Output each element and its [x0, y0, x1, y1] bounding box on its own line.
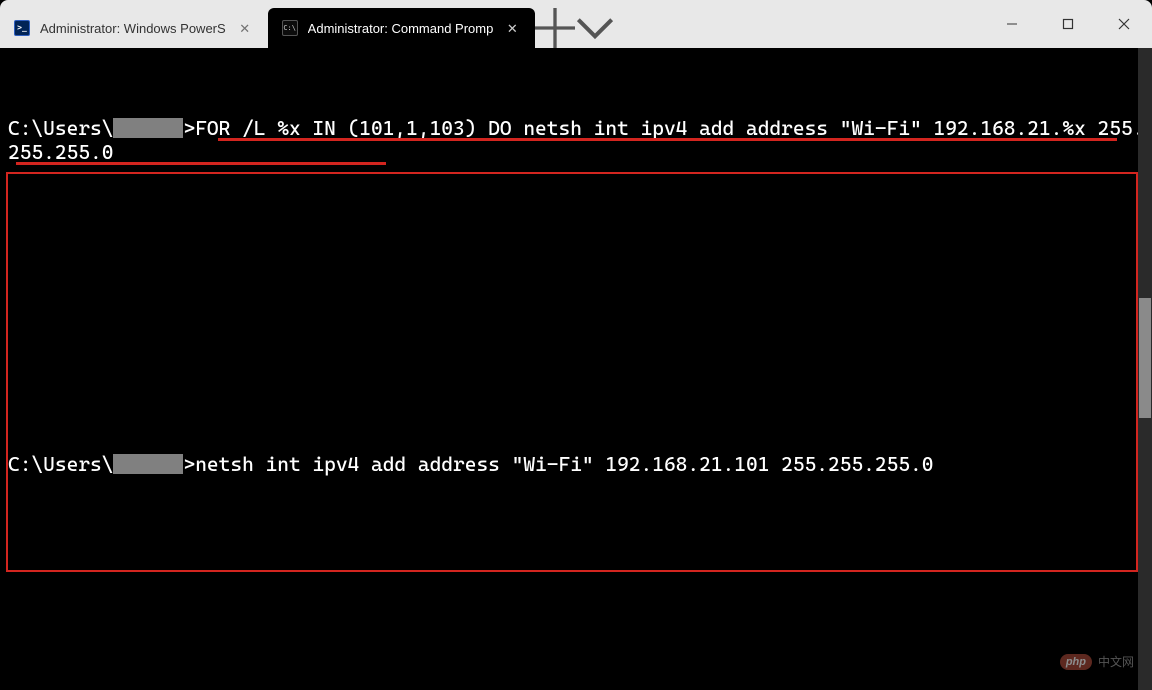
- close-icon: [1118, 18, 1130, 30]
- prompt-prefix: C:\Users\: [8, 452, 113, 476]
- cmd-icon: [282, 20, 298, 36]
- maximize-button[interactable]: [1040, 0, 1096, 48]
- watermark-badge: php: [1060, 654, 1092, 670]
- watermark: php 中文网: [1060, 653, 1134, 670]
- terminal-line: C:\Users\ >netsh int ipv4 add address "Wi…: [8, 452, 1152, 476]
- minimize-button[interactable]: [984, 0, 1040, 48]
- redacted-username: [113, 454, 183, 474]
- close-button[interactable]: [1096, 0, 1152, 48]
- powershell-icon: [14, 20, 30, 36]
- plus-icon: [535, 8, 575, 48]
- tab-title: Administrator: Command Promp: [308, 21, 494, 36]
- terminal-output[interactable]: C:\Users\>FOR /L %x IN (101,1,103) DO ne…: [0, 48, 1152, 690]
- prompt-suffix: >: [183, 116, 195, 140]
- new-tab-button[interactable]: [535, 8, 575, 48]
- window-titlebar: Administrator: Windows PowerS ✕ Administ…: [0, 0, 1152, 48]
- minimize-icon: [1006, 18, 1018, 30]
- chevron-down-icon: [575, 8, 615, 48]
- tab-powershell[interactable]: Administrator: Windows PowerS ✕: [0, 8, 268, 48]
- scrollbar-track[interactable]: [1138, 48, 1152, 690]
- tab-dropdown-button[interactable]: [575, 8, 615, 48]
- annotation-underline: [16, 162, 386, 165]
- tab-strip: Administrator: Windows PowerS ✕ Administ…: [0, 0, 615, 48]
- scrollbar-thumb[interactable]: [1139, 298, 1151, 418]
- annotation-underline: [218, 138, 1117, 141]
- watermark-text: 中文网: [1098, 653, 1134, 670]
- close-icon[interactable]: ✕: [236, 19, 254, 37]
- tab-title: Administrator: Windows PowerS: [40, 21, 226, 36]
- prompt-suffix: >: [183, 452, 195, 476]
- terminal-line: C:\Users\>FOR /L %x IN (101,1,103) DO ne…: [8, 116, 1152, 236]
- close-icon[interactable]: ✕: [503, 19, 521, 37]
- prompt-prefix: C:\Users\: [8, 116, 113, 140]
- maximize-icon: [1062, 18, 1074, 30]
- redacted-username: [113, 118, 183, 138]
- echoed-command: netsh int ipv4 add address "Wi-Fi" 192.1…: [195, 452, 933, 476]
- window-controls: [984, 0, 1152, 48]
- tab-cmd[interactable]: Administrator: Command Promp ✕: [268, 8, 536, 48]
